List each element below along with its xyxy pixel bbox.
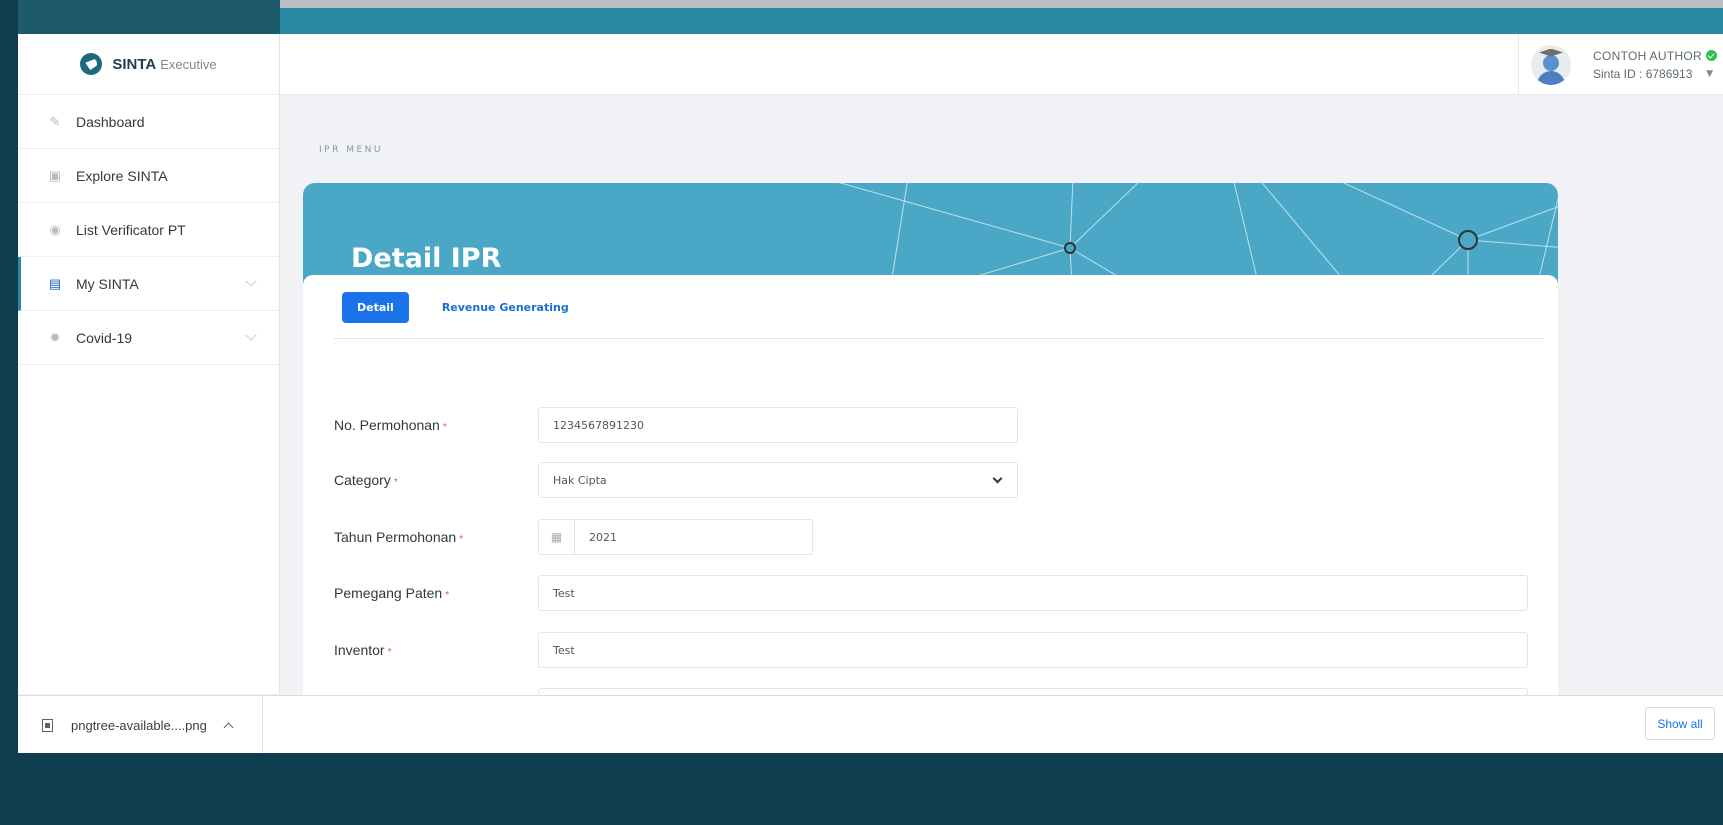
top-divider [280,0,1723,8]
sidebar-item-label: My SINTA [76,275,139,292]
user-name-row: CONTOH AUTHOR [1593,48,1718,63]
input-value: Test [553,643,575,657]
avatar-head [1543,54,1559,71]
user-info: CONTOH AUTHOR Sinta ID : 6786913 [1593,48,1718,81]
input-value: 1234567891230 [553,418,644,432]
tab-bar: Detail Revenue Generating [342,292,584,323]
user-name: CONTOH AUTHOR [1593,48,1703,63]
header: CONTOH AUTHOR Sinta ID : 6786913 ▼ [280,34,1723,95]
required-marker: * [445,590,450,601]
show-all-button[interactable]: Show all [1645,707,1715,740]
field-label: Tahun Permohonan * [334,529,538,545]
bottom-border [0,753,1723,825]
sinta-id: Sinta ID : 6786913 [1593,66,1693,81]
chevron-down-icon [992,473,1003,484]
section-label: IPR MENU [319,145,383,155]
detail-card: Detail Revenue Generating No. Permohonan… [303,275,1558,724]
label-text: Inventor [334,642,385,658]
download-bar: pngtree-available....png Show all [18,695,1723,754]
sidebar-item-explore-sinta[interactable]: ▣ Explore SINTA [18,149,279,203]
file-icon [42,718,53,732]
sidebar-item-list-verificator[interactable]: ◉ List Verificator PT [18,203,279,257]
graduation-cap-icon [1539,48,1563,57]
tab-revenue-generating[interactable]: Revenue Generating [427,292,584,323]
label-text: Tahun Permohonan [334,529,457,545]
brand-name: SINTA [112,55,157,73]
field-label: Pemegang Paten * [334,585,538,601]
category-select[interactable]: Hak Cipta [538,462,1018,498]
form-row-category: Category * Hak Cipta [334,462,1018,498]
tab-divider [334,338,1543,339]
sinta-logo-icon [80,53,103,75]
pemegang-paten-input[interactable]: Test [538,575,1528,611]
required-marker: * [393,477,398,488]
field-label: No. Permohonan * [334,417,538,433]
label-text: No. Permohonan [334,417,440,433]
no-permohonan-input[interactable]: 1234567891230 [538,407,1018,443]
virus-icon: ✹ [49,329,61,345]
avatar-body [1537,70,1565,85]
sidebar-item-my-sinta[interactable]: ▤ My SINTA [18,257,279,311]
caret-down-icon[interactable]: ▼ [1706,69,1713,79]
user-circle-icon: ◉ [49,221,61,237]
label-text: Category [334,472,391,488]
chevron-down-icon [245,329,257,341]
id-card-icon: ▤ [48,275,62,291]
sidebar: SINTA Executive ✎ Dashboard ▣ Explore SI… [18,34,280,694]
label-text: Pemegang Paten [334,585,443,601]
chevron-up-icon[interactable] [223,722,234,732]
form-row-inventor: Inventor * Test [334,632,1528,668]
brand-logo[interactable]: SINTA Executive [18,34,279,95]
chevron-down-icon [245,275,257,287]
sidebar-item-label: Dashboard [76,113,145,130]
required-marker: * [387,647,392,658]
document-icon: ▣ [48,167,62,183]
tahun-permohonan-input[interactable]: ▦ 2021 [538,519,813,555]
form-row-pemegang-paten: Pemegang Paten * Test [334,575,1528,611]
avatar[interactable] [1531,44,1571,85]
download-filename: pngtree-available....png [71,717,207,733]
sidebar-item-label: Explore SINTA [76,167,168,184]
required-marker: * [442,422,447,433]
sidebar-item-label: Covid-19 [76,329,133,346]
sidebar-item-label: List Verificator PT [76,221,186,238]
browser-frame: SINTA Executive ✎ Dashboard ▣ Explore SI… [18,0,1723,825]
form-row-no-permohonan: No. Permohonan * 1234567891230 [334,407,1018,443]
field-label: Category * [334,472,538,488]
inventor-input[interactable]: Test [538,632,1528,668]
sidebar-item-covid-19[interactable]: ✹ Covid-19 [18,311,279,365]
input-value: 2021 [589,530,617,544]
page-title: Detail IPR [351,243,502,274]
select-value: Hak Cipta [553,473,607,487]
required-marker: * [459,534,464,545]
sidebar-item-dashboard[interactable]: ✎ Dashboard [18,95,279,149]
brand-sub: Executive [160,56,217,72]
input-value: Test [553,586,575,600]
tab-detail[interactable]: Detail [342,292,409,323]
field-label: Inventor * [334,642,538,658]
form-row-tahun-permohonan: Tahun Permohonan * ▦ 2021 [334,519,813,555]
top-accent-strip-left [18,0,280,34]
verified-check-icon [1706,50,1718,61]
pencil-icon: ✎ [49,113,61,129]
calendar-icon: ▦ [539,520,575,554]
download-item[interactable]: pngtree-available....png [18,696,263,754]
user-menu[interactable]: CONTOH AUTHOR Sinta ID : 6786913 ▼ [1518,34,1723,95]
